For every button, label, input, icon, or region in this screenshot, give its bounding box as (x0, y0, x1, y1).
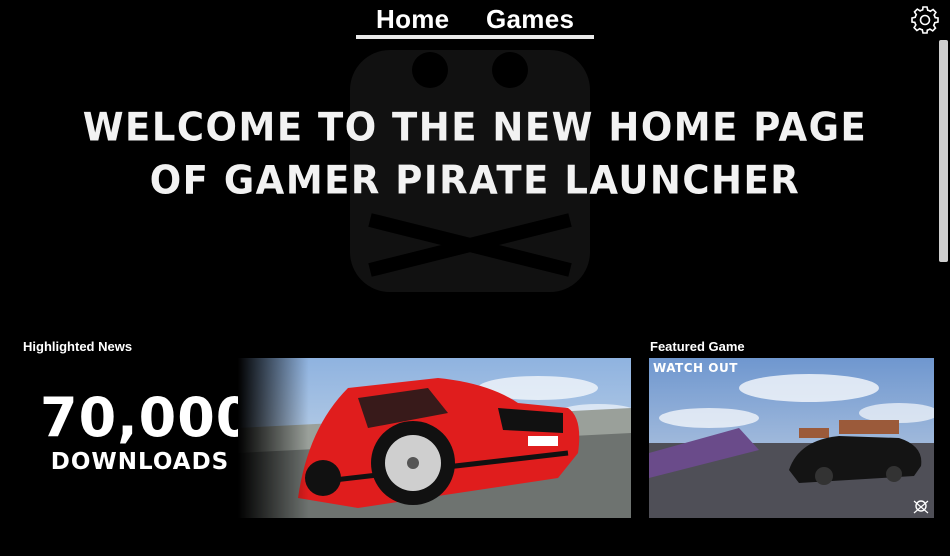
top-nav: Home Games (356, 0, 594, 40)
featured-game-badge: WATCH OUT (653, 361, 738, 375)
downloads-stat: 70,000 DOWNLOADS (40, 386, 255, 476)
gear-icon[interactable] (910, 5, 940, 35)
featured-game-card[interactable]: WATCH OUT (649, 358, 934, 518)
highlighted-news-card[interactable]: 70,000 DOWNLOADS (22, 358, 631, 518)
nav-home-tab[interactable]: Home (376, 4, 449, 35)
highlighted-news-label: Highlighted News (23, 339, 133, 354)
red-car-image (238, 358, 631, 518)
featured-game-image (649, 358, 934, 518)
downloads-caption: DOWNLOADS (50, 449, 230, 475)
nav-underline (356, 35, 594, 39)
downloads-number: 70,000 (40, 386, 255, 449)
hero-title-line2: OF GAMER PIRATE LAUNCHER (149, 157, 801, 204)
nav-games-tab[interactable]: Games (486, 4, 574, 35)
featured-game-label: Featured Game (650, 339, 745, 354)
hero-title-line1: WELCOME TO THE NEW HOME PAGE (82, 104, 868, 151)
hero-banner: WELCOME TO THE NEW HOME PAGE OF GAMER PI… (0, 40, 936, 330)
